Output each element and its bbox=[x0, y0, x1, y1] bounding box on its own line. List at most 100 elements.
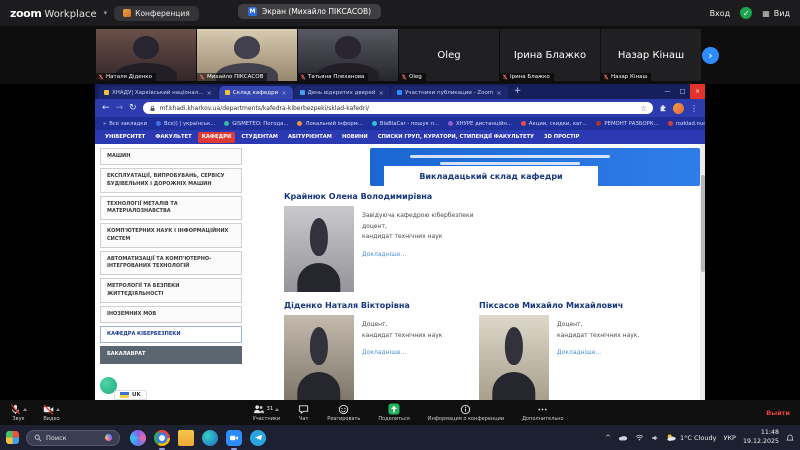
extensions-icon[interactable] bbox=[659, 104, 667, 112]
chrome-icon[interactable] bbox=[154, 430, 170, 446]
maximize-button[interactable]: □ bbox=[675, 84, 690, 99]
volume-icon[interactable] bbox=[651, 434, 659, 442]
taskbar-search[interactable]: Поиск bbox=[26, 430, 120, 446]
widgets-icon[interactable] bbox=[6, 431, 19, 444]
sidebar-department-item[interactable]: ЕКСПЛУАТАЦІЇ, ВИПРОБУВАНЬ, СЕРВІСУ БУДІВ… bbox=[100, 168, 242, 193]
sidebar-department-item[interactable]: МАШИН bbox=[100, 148, 242, 165]
more-button[interactable]: Дополнительно bbox=[522, 403, 563, 422]
taskbar-clock[interactable]: 11:48 19.12.2025 bbox=[743, 429, 779, 446]
edge-icon[interactable] bbox=[202, 430, 218, 446]
weather-widget[interactable]: 1°C Cloudy bbox=[666, 433, 716, 442]
participant-tile[interactable]: Oleg Oleg bbox=[399, 29, 499, 81]
browser-tab[interactable]: Участники публикации - Zoom × bbox=[391, 86, 508, 99]
page-scrollbar[interactable] bbox=[700, 144, 705, 400]
scrollbar-thumb[interactable] bbox=[701, 175, 705, 272]
tray-expand-icon[interactable]: ^ bbox=[605, 434, 611, 442]
tab-close-icon[interactable]: × bbox=[206, 89, 211, 97]
site-nav-item[interactable]: СПИСКИ ГРУП, КУРАТОРИ, СТИПЕНДІЇ ФАКУЛЬТ… bbox=[374, 132, 538, 143]
browser-tab[interactable]: ХНАДУ| Харківський націонал... × bbox=[98, 86, 218, 99]
minimize-button[interactable]: — bbox=[660, 84, 675, 99]
participants-button[interactable]: 31 Участники bbox=[253, 403, 281, 422]
tab-close-icon[interactable]: × bbox=[496, 89, 501, 97]
sidebar-department-item[interactable]: БАКАЛАВРАТ bbox=[100, 346, 242, 363]
address-bar[interactable]: mf.khadi.kharkov.ua/departments/kafedra-… bbox=[143, 102, 653, 114]
leave-button[interactable]: Выйти bbox=[766, 409, 790, 417]
site-nav-item[interactable]: АБІТУРІЄНТАМ bbox=[284, 132, 336, 143]
zoom-app-icon[interactable] bbox=[226, 430, 242, 446]
url-text[interactable]: mf.khadi.kharkov.ua/departments/kafedra-… bbox=[160, 105, 637, 112]
site-nav-item[interactable]: УНІВЕРСИТЕТ bbox=[101, 132, 149, 143]
sidebar-department-item[interactable]: МЕТРОЛОГІЇ ТА БЕЗПЕКИ ЖИТТЄДІЯЛЬНОСТІ bbox=[100, 278, 242, 303]
folder-icon[interactable] bbox=[178, 430, 194, 446]
bookmark-favicon bbox=[372, 121, 377, 126]
tab-close-icon[interactable]: × bbox=[281, 89, 286, 97]
bookmark-item[interactable]: Акции, скидки, кат... bbox=[521, 121, 588, 127]
bookmark-item[interactable]: BlaBlaCar - пошук п... bbox=[372, 121, 439, 127]
language-switcher[interactable]: UK bbox=[114, 390, 147, 400]
bookmark-label: ХНУРЕ дистанційн... bbox=[456, 121, 512, 127]
tab-close-icon[interactable]: × bbox=[379, 89, 384, 97]
meeting-info-button[interactable]: Информация о конференции bbox=[428, 403, 504, 422]
participant-tile[interactable]: Михайло ПІКСАСОВ bbox=[197, 29, 297, 81]
participant-name: Наталя Діденко bbox=[106, 74, 152, 80]
next-participants-button[interactable]: › bbox=[702, 47, 719, 64]
telegram-icon[interactable] bbox=[250, 430, 266, 446]
notifications-icon[interactable] bbox=[786, 434, 794, 442]
bookmark-item[interactable]: GISMETEO: Погода... bbox=[224, 121, 288, 127]
signin-button[interactable]: Вход bbox=[710, 9, 731, 18]
bookmark-item[interactable]: Локальний інформ... bbox=[297, 121, 362, 127]
forward-icon[interactable]: → bbox=[116, 104, 124, 113]
new-tab-button[interactable]: + bbox=[514, 86, 522, 96]
site-nav-item[interactable]: НОВИНИ bbox=[338, 132, 372, 143]
audio-control[interactable]: Звук bbox=[10, 403, 27, 422]
close-button[interactable]: × bbox=[690, 84, 705, 99]
back-icon[interactable]: ← bbox=[102, 104, 110, 113]
browser-tab-label: ХНАДУ| Харківський націонал... bbox=[112, 90, 203, 96]
sidebar-department-item[interactable]: КАФЕДРА КІБЕРБЕЗПЕКИ bbox=[100, 326, 242, 343]
tab-shared-screen[interactable]: M Экран (Михайло ПІКСАСОВ) bbox=[238, 4, 381, 19]
mic-muted-icon bbox=[502, 74, 508, 80]
profile-avatar[interactable] bbox=[673, 103, 684, 114]
site-nav-item[interactable]: ФАКУЛЬТЕТ bbox=[151, 132, 195, 143]
participant-tile[interactable]: Назар Кінаш Назар Кінаш bbox=[601, 29, 701, 81]
all-bookmarks-button[interactable]: » Все закладки bbox=[103, 121, 147, 127]
site-nav-item[interactable]: 3D ПРОСТІР bbox=[540, 132, 583, 143]
chevron-down-icon[interactable]: ▾ bbox=[104, 9, 108, 17]
meeting-info-label: Информация о конференции bbox=[428, 416, 504, 422]
site-nav-item[interactable]: СТУДЕНТАМ bbox=[237, 132, 282, 143]
sidebar-department-item[interactable]: АВТОМАТИЗАЦІЇ ТА КОМП'ЮТЕРНО-ІНТЕГРОВАНИ… bbox=[100, 251, 242, 276]
language-indicator[interactable]: УКР bbox=[723, 434, 736, 442]
security-shield-icon[interactable]: ✓ bbox=[740, 7, 752, 19]
audio-options-icon[interactable] bbox=[23, 408, 27, 411]
titlebar-right: Вход ✓ ▦ Вид bbox=[710, 7, 790, 19]
bookmark-item[interactable]: rozklad.nuczu.edu.ua bbox=[668, 121, 705, 127]
sidebar-department-item[interactable]: ІНОЗЕМНИХ МОВ bbox=[100, 306, 242, 323]
wifi-icon[interactable] bbox=[635, 434, 644, 441]
details-link[interactable]: Докладніше... bbox=[362, 349, 442, 356]
details-link[interactable]: Докладніше... bbox=[362, 251, 474, 258]
participants-options-icon[interactable] bbox=[275, 408, 279, 411]
participant-tile[interactable]: Ірина Блажко Ірина Блажко bbox=[500, 29, 600, 81]
bookmark-item[interactable]: ХНУРЕ дистанційн... bbox=[448, 121, 512, 127]
chat-button[interactable]: Чат bbox=[298, 403, 309, 422]
bookmark-item[interactable]: Все)) | українськ... bbox=[156, 121, 215, 127]
details-link[interactable]: Докладніше... bbox=[557, 349, 639, 356]
bookmark-star-icon[interactable]: ☆ bbox=[640, 104, 647, 113]
sidebar-department-item[interactable]: КОМП'ЮТЕРНИХ НАУК І ІНФОРМАЦІЙНИХ СИСТЕМ bbox=[100, 223, 242, 248]
reactions-button[interactable]: Реагировать bbox=[327, 403, 360, 422]
browser-menu-icon[interactable]: ⋮ bbox=[690, 104, 698, 113]
cloud-icon[interactable] bbox=[618, 434, 628, 441]
bookmark-item[interactable]: РЕМОНТ РАЗБОРК... bbox=[596, 121, 658, 127]
participant-tile[interactable]: Татьяна Плеханова bbox=[298, 29, 398, 81]
site-nav-item[interactable]: КАФЕДРИ bbox=[198, 132, 236, 143]
browser-tab[interactable]: День відкритих дверей × bbox=[294, 86, 390, 99]
reload-icon[interactable]: ↻ bbox=[129, 104, 137, 113]
participant-tile[interactable]: Наталя Діденко bbox=[96, 29, 196, 81]
view-button[interactable]: ▦ Вид bbox=[762, 9, 790, 18]
browser-tab[interactable]: Склад кафедри × bbox=[219, 86, 293, 99]
copilot-icon[interactable] bbox=[130, 430, 146, 446]
tab-conference[interactable]: Конференция bbox=[114, 6, 199, 21]
sidebar-department-item[interactable]: ТЕХНОЛОГІЇ МЕТАЛІВ ТА МАТЕРІАЛОЗНАВСТВА bbox=[100, 196, 242, 221]
video-control[interactable]: Видео bbox=[43, 403, 60, 422]
share-button[interactable]: Поделиться bbox=[378, 403, 409, 422]
